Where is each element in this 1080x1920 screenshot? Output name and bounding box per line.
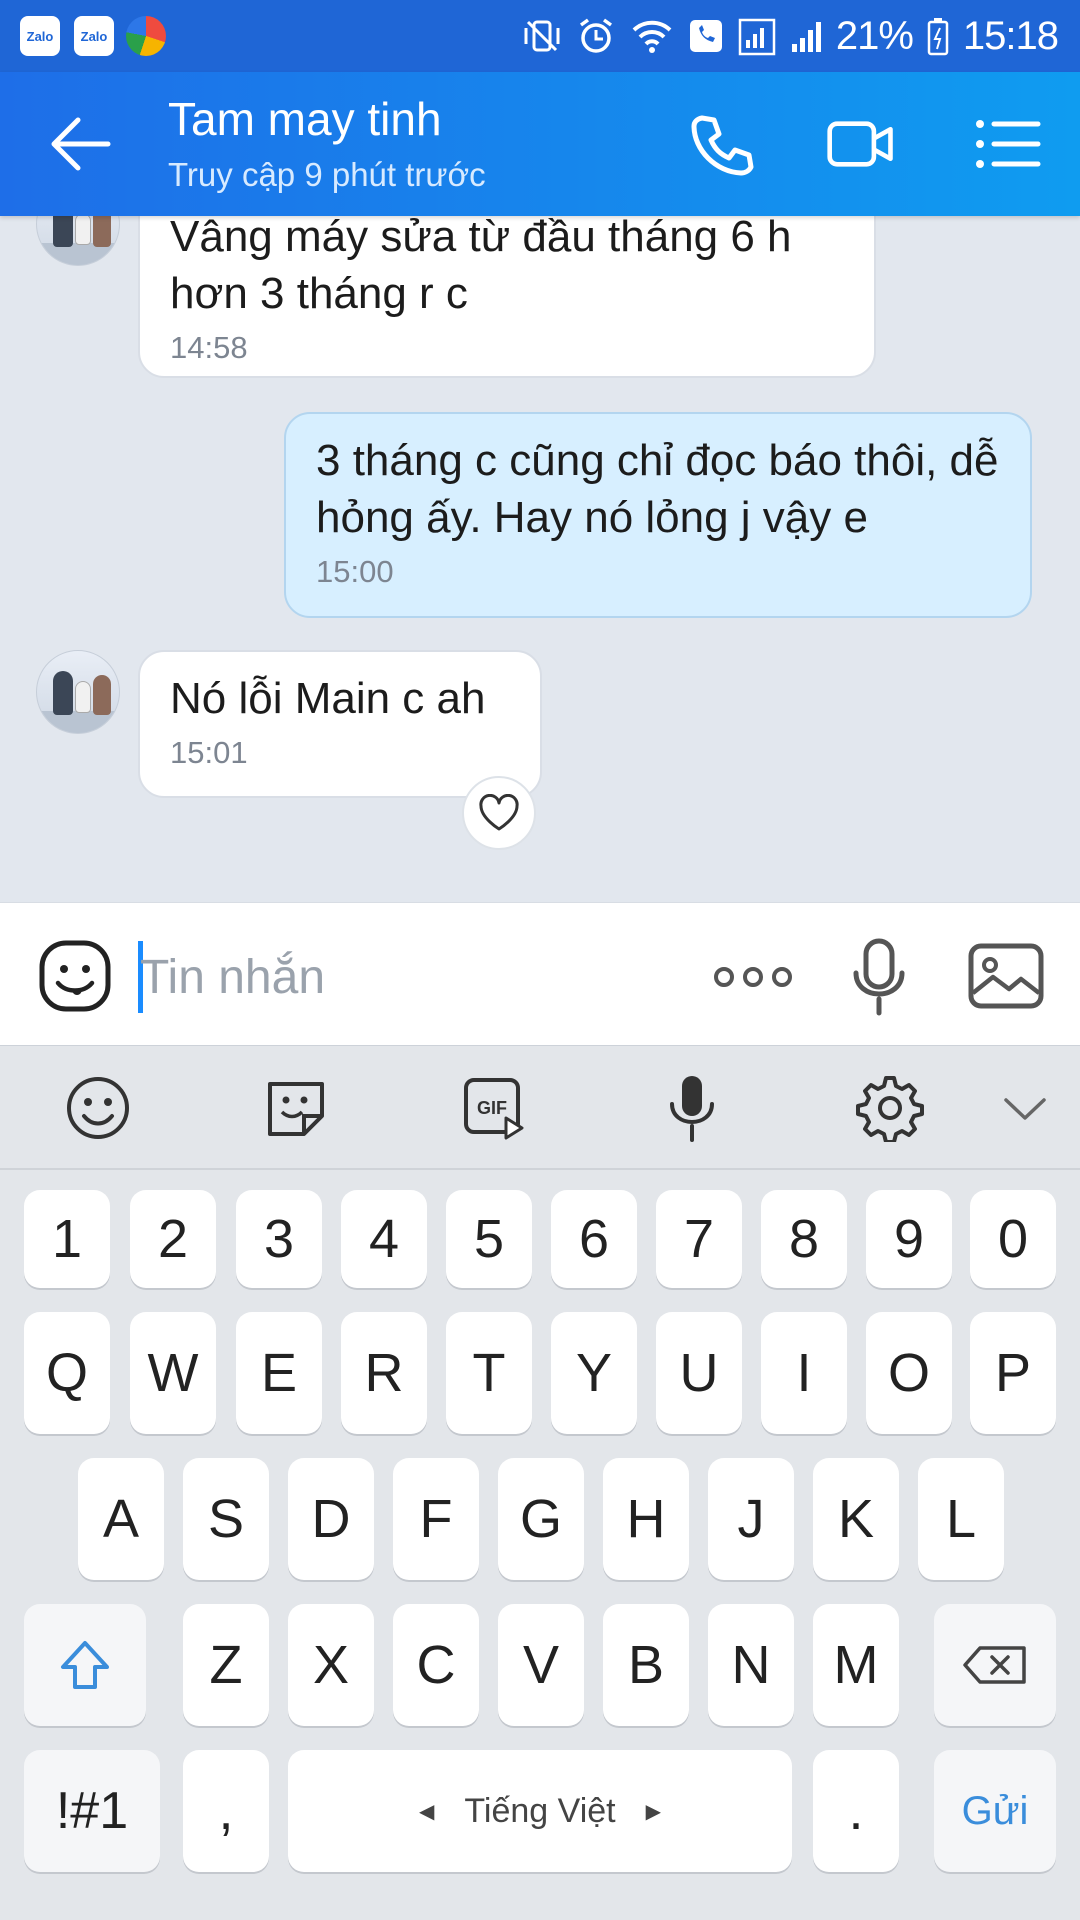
settings-icon[interactable] <box>856 1074 924 1142</box>
key-k[interactable]: K <box>813 1458 899 1580</box>
key-j[interactable]: J <box>708 1458 794 1580</box>
shift-key[interactable] <box>24 1604 146 1726</box>
key-o[interactable]: O <box>866 1312 952 1434</box>
sticker-emoji-icon[interactable] <box>38 939 112 1013</box>
battery-percent: 21% <box>835 13 914 58</box>
key-i[interactable]: I <box>761 1312 847 1434</box>
key-v[interactable]: V <box>498 1604 584 1726</box>
key-2[interactable]: 2 <box>130 1190 216 1288</box>
key-g[interactable]: G <box>498 1458 584 1580</box>
key-z[interactable]: Z <box>183 1604 269 1726</box>
key-e[interactable]: E <box>236 1312 322 1434</box>
signal-icon <box>791 22 821 52</box>
key-d[interactable]: D <box>288 1458 374 1580</box>
message-input[interactable] <box>140 941 680 1013</box>
last-seen-status: Truy cập 9 phút trước <box>168 156 486 193</box>
key-9[interactable]: 9 <box>866 1190 952 1288</box>
key-5[interactable]: 5 <box>446 1190 532 1288</box>
symbols-key[interactable]: !#1 <box>24 1750 160 1872</box>
message-bubble-outgoing[interactable]: 3 tháng c cũng chỉ đọc báo thôi, dễ hỏng… <box>284 412 1032 618</box>
menu-icon[interactable] <box>972 112 1042 176</box>
comma-key[interactable]: , <box>183 1750 269 1872</box>
message-text: Vâng máy sửa từ đầu tháng 6 h hơn 3 thán… <box>170 216 792 318</box>
key-u[interactable]: U <box>656 1312 742 1434</box>
backspace-icon <box>963 1646 1026 1684</box>
key-0[interactable]: 0 <box>970 1190 1056 1288</box>
message-time: 14:58 <box>170 330 248 365</box>
key-y[interactable]: Y <box>551 1312 637 1434</box>
avatar[interactable] <box>36 216 120 266</box>
key-s[interactable]: S <box>183 1458 269 1580</box>
message-text: Nó lỗi Main c ah <box>170 674 486 723</box>
wifi-icon <box>632 20 672 53</box>
key-f[interactable]: F <box>393 1458 479 1580</box>
chevron-down-icon[interactable] <box>1000 1074 1050 1142</box>
chat-header: Tam may tinh Truy cập 9 phút trước <box>0 72 1080 216</box>
key-8[interactable]: 8 <box>761 1190 847 1288</box>
key-t[interactable]: T <box>446 1312 532 1434</box>
key-l[interactable]: L <box>918 1458 1004 1580</box>
react-heart-button[interactable] <box>462 776 536 850</box>
period-key[interactable]: . <box>813 1750 899 1872</box>
message-text: 3 tháng c cũng chỉ đọc báo thôi, dễ hỏng… <box>316 436 999 542</box>
key-w[interactable]: W <box>130 1312 216 1434</box>
vibrate-mute-icon <box>524 20 560 52</box>
zalo-app-icon: Zalo <box>74 16 114 56</box>
svg-text:GIF: GIF <box>477 1098 507 1118</box>
keyboard: GIF 1 2 3 4 5 6 7 8 9 0 Q W E R T Y U I … <box>0 1046 1080 1920</box>
key-c[interactable]: C <box>393 1604 479 1726</box>
avatar[interactable] <box>36 650 120 734</box>
backspace-key[interactable] <box>934 1604 1056 1726</box>
contact-name[interactable]: Tam may tinh <box>168 92 442 146</box>
language-right-icon: ▶ <box>645 1800 661 1823</box>
signal-icon <box>738 18 776 56</box>
video-call-icon[interactable] <box>826 112 896 176</box>
emoji-icon[interactable] <box>64 1074 132 1142</box>
message-list[interactable]: Vâng máy sửa từ đầu tháng 6 h hơn 3 thán… <box>0 216 1080 902</box>
key-b[interactable]: B <box>603 1604 689 1726</box>
sticker-icon[interactable] <box>262 1074 330 1142</box>
clock: 15:18 <box>962 13 1059 58</box>
space-language-label: Tiếng Việt <box>464 1791 616 1830</box>
key-m[interactable]: M <box>813 1604 899 1726</box>
key-a[interactable]: A <box>78 1458 164 1580</box>
key-7[interactable]: 7 <box>656 1190 742 1288</box>
back-arrow-icon[interactable] <box>48 114 112 174</box>
keyboard-toolbar: GIF <box>0 1046 1080 1170</box>
key-h[interactable]: H <box>603 1458 689 1580</box>
message-bubble-incoming[interactable]: Nó lỗi Main c ah 15:01 <box>138 650 542 798</box>
message-time: 15:00 <box>316 554 394 589</box>
heart-icon <box>479 794 519 831</box>
zalo-app-icon: Zalo <box>20 16 60 56</box>
image-gallery-icon[interactable] <box>968 943 1044 1009</box>
shift-arrow-icon <box>61 1641 109 1689</box>
key-n[interactable]: N <box>708 1604 794 1726</box>
voice-input-icon[interactable] <box>658 1074 726 1142</box>
status-bar: Zalo Zalo 21% 15:18 <box>0 0 1080 72</box>
language-left-icon: ◀ <box>419 1800 435 1823</box>
send-key[interactable]: Gửi <box>934 1750 1056 1872</box>
message-bubble-incoming[interactable]: Vâng máy sửa từ đầu tháng 6 h hơn 3 thán… <box>138 216 876 378</box>
call-status-icon <box>689 20 722 52</box>
key-x[interactable]: X <box>288 1604 374 1726</box>
message-composer <box>0 902 1080 1046</box>
space-key[interactable]: ◀ Tiếng Việt ▶ <box>288 1750 792 1872</box>
key-p[interactable]: P <box>970 1312 1056 1434</box>
more-options-icon[interactable] <box>712 955 794 999</box>
battery-icon <box>927 18 949 56</box>
browser-app-icon <box>126 16 166 56</box>
key-r[interactable]: R <box>341 1312 427 1434</box>
microphone-icon[interactable] <box>848 937 910 1017</box>
key-q[interactable]: Q <box>24 1312 110 1434</box>
gif-icon[interactable]: GIF <box>460 1074 528 1142</box>
key-1[interactable]: 1 <box>24 1190 110 1288</box>
phone-call-icon[interactable] <box>688 112 758 176</box>
alarm-icon <box>579 18 612 53</box>
message-time: 15:01 <box>170 735 248 770</box>
key-4[interactable]: 4 <box>341 1190 427 1288</box>
key-3[interactable]: 3 <box>236 1190 322 1288</box>
key-6[interactable]: 6 <box>551 1190 637 1288</box>
